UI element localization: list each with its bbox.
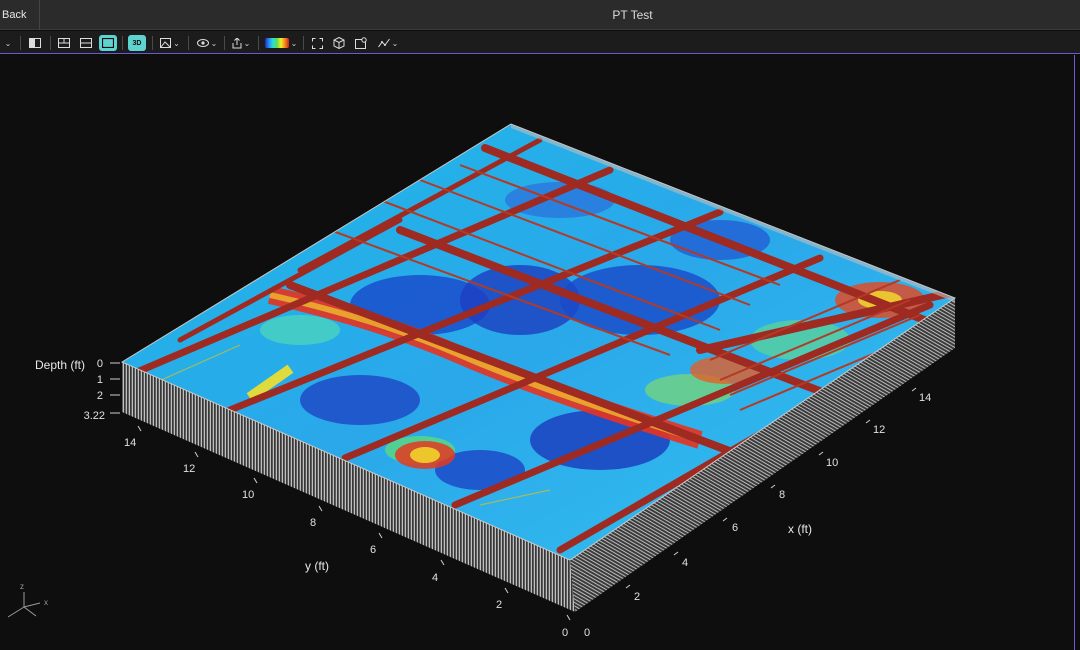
y-tick: 2 [496, 599, 502, 611]
x-tick: 6 [732, 522, 738, 534]
gpr-3d-volume[interactable]: Depth (ft) 0 1 2 3.22 y (ft) 0 2 4 6 8 1… [0, 0, 1075, 650]
depth-axis-title: Depth (ft) [35, 358, 85, 372]
y-tick: 6 [370, 544, 376, 556]
x-tick: 2 [634, 591, 640, 603]
y-tick: 4 [432, 572, 438, 584]
y-tick: 8 [310, 517, 316, 529]
x-tick: 14 [919, 392, 931, 404]
depth-tick: 0 [97, 358, 103, 370]
depth-tick: 2 [97, 390, 103, 402]
depth-axis: Depth (ft) 0 1 2 3.22 [35, 358, 120, 422]
x-tick: 0 [584, 627, 590, 639]
depth-tick: 1 [97, 374, 103, 386]
y-axis-title: y (ft) [305, 559, 329, 573]
axis-x-label: x [44, 598, 48, 607]
x-axis-title: x (ft) [788, 522, 812, 536]
3d-viewport[interactable]: Depth (ft) 0 1 2 3.22 y (ft) 0 2 4 6 8 1… [0, 55, 1075, 650]
x-tick: 4 [682, 557, 688, 569]
depth-tick: 3.22 [84, 410, 105, 422]
orientation-triad [7, 592, 41, 618]
axis-z-label: z [20, 582, 24, 591]
x-tick: 10 [826, 457, 838, 469]
y-tick: 14 [124, 437, 136, 449]
x-tick: 12 [873, 424, 885, 436]
x-tick: 8 [779, 489, 785, 501]
y-tick: 10 [242, 489, 254, 501]
y-tick: 0 [562, 627, 568, 639]
y-tick: 12 [183, 463, 195, 475]
